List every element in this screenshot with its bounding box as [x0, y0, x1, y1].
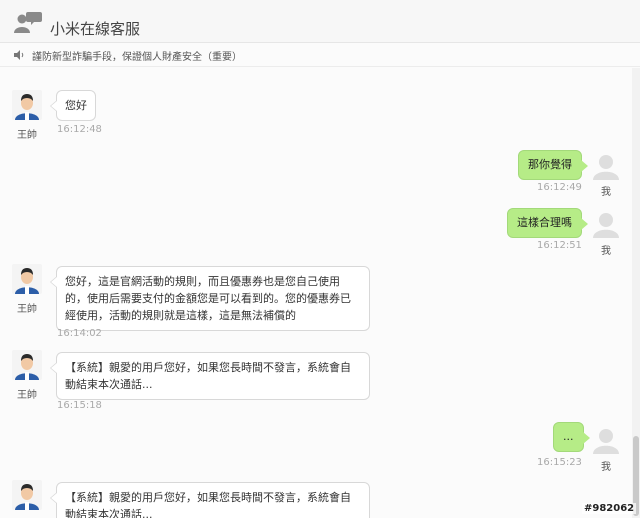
speaker-icon [14, 50, 24, 60]
my-label: 我 [601, 187, 611, 198]
notice-text: 謹防新型詐騙手段，保證個人財產安全（重要） [32, 52, 242, 63]
agent-avatar [12, 264, 42, 294]
chat-log: 王帥 您好 16:12:48 那你覺得 16:12:49 我 這樣合理嗎 16:… [0, 68, 632, 518]
chat-scrollbar[interactable] [632, 68, 640, 518]
message-time: 16:15:18 [57, 400, 102, 411]
chat-header: 小米在線客服 [0, 0, 640, 43]
message-time: 16:12:48 [57, 124, 102, 135]
message-time: 16:14:02 [57, 328, 102, 339]
watermark: #982062 [582, 503, 637, 514]
agent-name: 王帥 [17, 304, 37, 315]
agent-avatar [12, 90, 42, 120]
chat-people-icon [14, 12, 42, 33]
my-label: 我 [601, 246, 611, 257]
my-label: 我 [601, 462, 611, 473]
my-message-bubble: 這樣合理嗎 [507, 208, 588, 238]
agent-avatar [12, 350, 42, 380]
agent-name: 王帥 [17, 390, 37, 401]
message-bubble: 您好，這是官網活動的規則，而且優惠券也是您自己使用的，使用后需要支付的金額您是可… [50, 266, 370, 331]
user-avatar-icon [593, 155, 619, 180]
system-message-bubble: 【系統】親愛的用戶您好，如果您長時間不發言，系統會自動結束本次通話... [50, 352, 370, 400]
my-message-bubble: ... [553, 422, 589, 452]
message-bubble: 您好 [50, 90, 96, 121]
user-avatar-icon [593, 429, 619, 454]
my-message-bubble: 那你覺得 [518, 150, 588, 180]
user-avatar-icon [593, 213, 619, 238]
message-time: 16:12:51 [537, 240, 582, 251]
notice-bar: 謹防新型詐騙手段，保證個人財產安全（重要） [0, 43, 640, 67]
agent-avatar [12, 480, 42, 510]
message-time: 16:15:23 [537, 457, 582, 468]
system-message-bubble: 【系統】親愛的用戶您好，如果您長時間不發言，系統會自動結束本次通話... [50, 482, 370, 518]
message-time: 16:12:49 [537, 182, 582, 193]
page-title: 小米在線客服 [50, 20, 141, 38]
agent-name: 王帥 [17, 130, 37, 141]
